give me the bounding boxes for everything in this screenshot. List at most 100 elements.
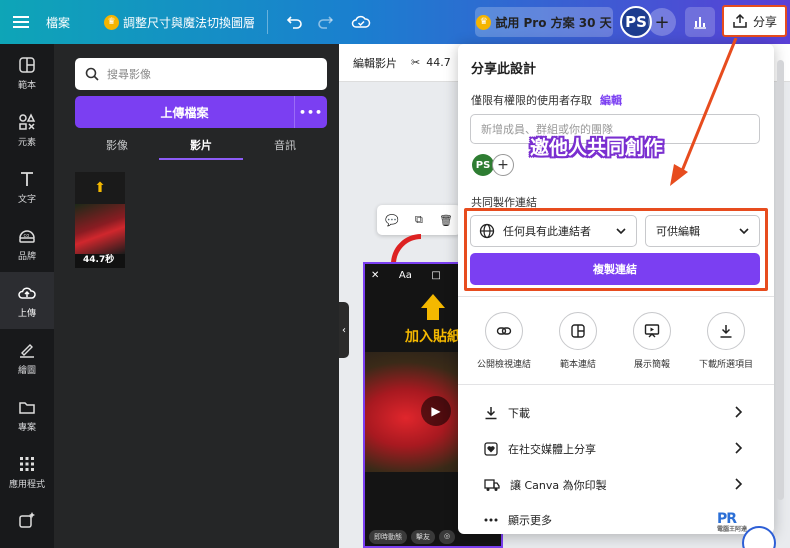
text-style-icon: Aa <box>398 270 412 281</box>
chevron-right-icon <box>735 478 743 490</box>
access-text: 僅限有權限的使用者存取 <box>471 94 592 107</box>
watermark-logo: PR 電腦王阿達 <box>717 511 747 533</box>
more-icon <box>484 518 498 522</box>
rail-label: 繪圖 <box>17 365 36 376</box>
share-label: 分享 <box>752 14 777 29</box>
rail-label: 文字 <box>17 194 36 205</box>
divider <box>458 384 774 385</box>
link-icon <box>485 312 523 350</box>
option-template-link[interactable]: 範本連結 <box>540 312 616 370</box>
option-present[interactable]: 展示簡報 <box>614 312 690 370</box>
row-label: 在社交媒體上分享 <box>508 443 596 456</box>
trash-icon[interactable]: 🗑 <box>439 214 453 227</box>
rail-label: 範本 <box>17 80 36 91</box>
arrow-stem <box>427 308 439 320</box>
member-avatar[interactable]: PS <box>472 154 494 176</box>
duplicate-icon[interactable]: ⧉ <box>415 213 423 227</box>
scrollbar[interactable] <box>775 60 786 500</box>
row-social-share[interactable]: 在社交媒體上分享 <box>484 438 744 460</box>
undo-icon <box>286 16 302 29</box>
close-icon: ✕ <box>371 270 380 281</box>
duration-label: 44.7 <box>426 56 451 69</box>
template-icon <box>19 56 35 73</box>
play-icon[interactable]: ▶ <box>421 396 451 426</box>
insights-button[interactable] <box>685 7 715 37</box>
rail-item-templates[interactable]: 範本 <box>0 44 54 101</box>
cloud-saved-button[interactable] <box>346 7 376 37</box>
scrollbar-thumb[interactable] <box>777 60 784 500</box>
add-collaborator-button[interactable]: + <box>648 8 676 36</box>
rail-item-apps[interactable]: 應用程式 <box>0 443 54 500</box>
add-member-button[interactable]: + <box>492 154 514 176</box>
page-sticker-title: 加入貼紙 <box>405 329 461 345</box>
upload-cloud-icon <box>18 286 36 299</box>
share-title: 分享此設計 <box>471 62 537 77</box>
video-thumbnail[interactable]: ⬆ 44.7秒 <box>75 172 125 268</box>
media-tabs: 影像 影片 音訊 <box>75 136 327 160</box>
option-label: 展示簡報 <box>633 360 670 370</box>
floating-toolbar: 💬 ⧉ 🗑 <box>377 205 461 235</box>
crown-icon: ♛ <box>476 14 492 30</box>
tab-images[interactable]: 影像 <box>75 136 159 160</box>
chip-stories: 即時動態 <box>369 530 407 544</box>
sticker-icon: □ <box>431 270 441 281</box>
chevron-right-icon <box>735 406 743 418</box>
pro-trial-button[interactable]: ♛ 試用 Pro 方案 30 天 <box>475 7 613 37</box>
menu-icon[interactable] <box>0 0 42 44</box>
upload-files-button[interactable]: 上傳檔案 <box>75 96 294 128</box>
crown-icon: ♛ <box>104 14 120 30</box>
resize-label: 調整尺寸與魔法切換圖層 <box>123 15 256 30</box>
edit-video-button[interactable]: 編輯影片 <box>353 55 397 71</box>
rail-item-uploads[interactable]: 上傳 <box>0 272 54 329</box>
parrot-image <box>75 204 125 254</box>
collab-highlight-box <box>464 208 768 291</box>
row-label: 下載 <box>508 407 530 420</box>
rail-item-elements[interactable]: 元素 <box>0 101 54 158</box>
scissors-icon[interactable]: ✂ <box>411 56 420 69</box>
arrow-up-icon: ⬆ <box>75 172 125 204</box>
rail-item-magic[interactable] <box>0 500 54 540</box>
share-upload-icon <box>733 13 747 28</box>
row-show-more[interactable]: 顯示更多 <box>484 509 744 531</box>
row-print[interactable]: 讓 Canva 為你印製 <box>484 474 744 496</box>
row-label: 讓 Canva 為你印製 <box>510 479 607 492</box>
pro-trial-label: 試用 Pro 方案 30 天 <box>495 15 612 30</box>
redo-button[interactable] <box>310 7 340 37</box>
option-public-view-link[interactable]: 公開檢視連結 <box>466 312 542 370</box>
chip-friends: 擊友 <box>411 530 435 544</box>
download-icon <box>707 312 745 350</box>
chip-circle: ◎ <box>439 530 456 544</box>
upload-more-button[interactable]: ••• <box>294 96 327 128</box>
option-label: 範本連結 <box>559 360 596 370</box>
bar-chart-icon <box>694 17 706 29</box>
search-input[interactable]: 搜尋影像 <box>75 58 327 90</box>
folder-icon <box>19 401 35 414</box>
rail-label: 上傳 <box>17 308 36 319</box>
svg-text:co: co <box>24 233 30 239</box>
rail-item-text[interactable]: 文字 <box>0 158 54 215</box>
draw-icon <box>20 343 34 358</box>
redo-icon <box>318 16 334 29</box>
comment-add-icon[interactable]: 💬 <box>385 214 399 227</box>
access-label: 僅限有權限的使用者存取 編輯 <box>471 92 622 108</box>
undo-button[interactable] <box>280 7 310 37</box>
resize-button[interactable]: ♛ 調整尺寸與魔法切換圖層 <box>104 14 255 31</box>
plus-icon: + <box>654 11 670 33</box>
file-menu[interactable]: 檔案 <box>46 14 70 31</box>
template-link-icon <box>559 312 597 350</box>
row-download[interactable]: 下載 <box>484 402 744 424</box>
collapse-panel-handle[interactable]: ‹ <box>339 302 349 358</box>
annotation-arrow <box>670 38 738 186</box>
option-download-selected[interactable]: 下載所選項目 <box>688 312 764 370</box>
rail-item-brand[interactable]: co 品牌 <box>0 215 54 272</box>
tab-videos[interactable]: 影片 <box>159 136 243 160</box>
share-button[interactable]: 分享 <box>722 5 787 37</box>
rail-item-draw[interactable]: 繪圖 <box>0 329 54 386</box>
edit-access-link[interactable]: 編輯 <box>600 94 622 107</box>
rail-item-projects[interactable]: 專案 <box>0 386 54 443</box>
search-placeholder: 搜尋影像 <box>107 68 151 81</box>
divider <box>267 10 269 34</box>
tab-audio[interactable]: 音訊 <box>243 136 327 160</box>
text-icon <box>21 171 33 186</box>
video-duration: 44.7秒 <box>83 255 115 265</box>
